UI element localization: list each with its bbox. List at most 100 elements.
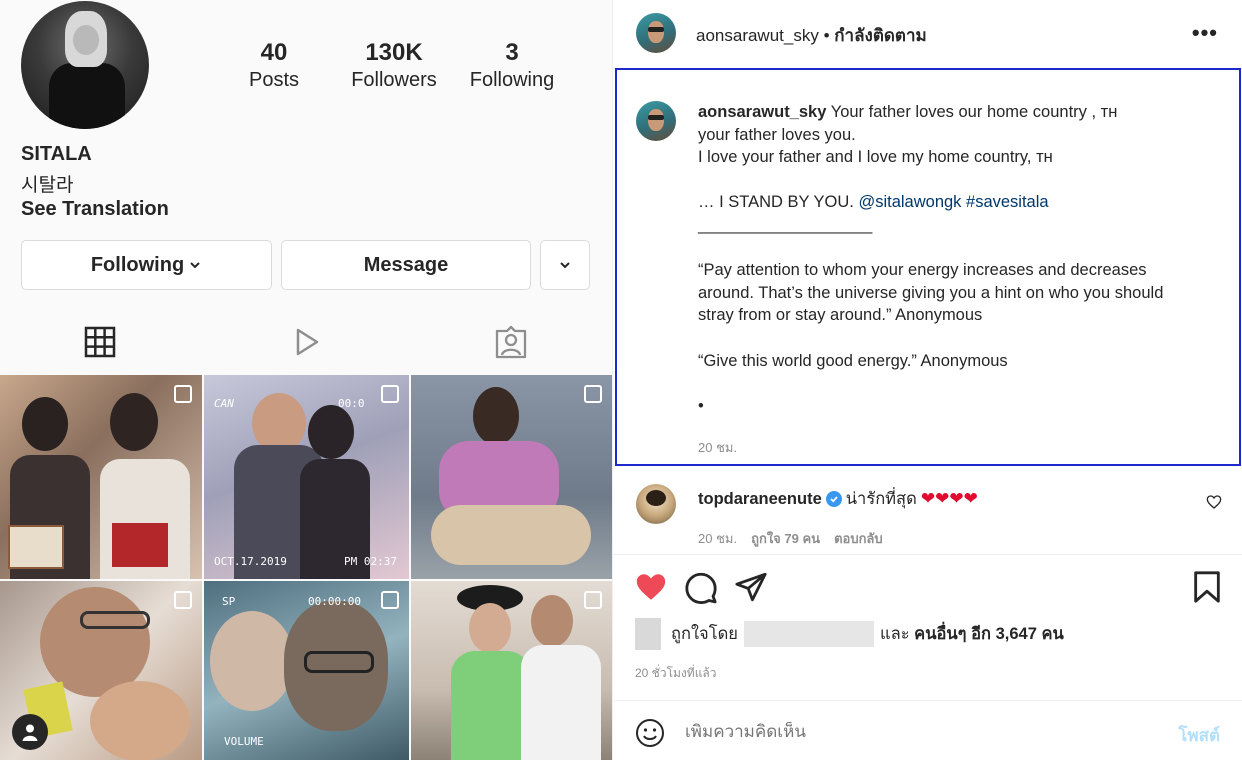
comment-icon[interactable] xyxy=(684,570,718,604)
avatar-glasses xyxy=(648,115,664,120)
grid-post-1[interactable] xyxy=(0,375,202,579)
avatar-glasses xyxy=(648,27,664,32)
stat-following-count: 3 xyxy=(505,39,519,66)
hashtag-link[interactable]: #savesitala xyxy=(966,193,1049,211)
multiple-photos-icon xyxy=(174,385,192,403)
emoji-icon[interactable] xyxy=(635,718,665,748)
profile-panel: 40 Posts 130K Followers 3 Following SITA… xyxy=(0,0,612,760)
divider xyxy=(613,700,1242,701)
photo-bag xyxy=(8,525,64,569)
photo-overlay-text: 00:00:00 xyxy=(308,595,361,608)
comment-line: topdaraneenute น่ารักที่สุด ❤❤❤❤ xyxy=(698,486,978,512)
photo-person xyxy=(110,393,158,451)
caption-line: your father loves you. xyxy=(698,125,856,144)
grid-post-6[interactable] xyxy=(411,581,612,760)
multiple-photos-icon xyxy=(584,385,602,403)
commenter-avatar[interactable] xyxy=(636,484,676,524)
photo-person xyxy=(252,393,306,453)
commenter-username[interactable]: topdaraneenute xyxy=(698,490,822,509)
caption-line: stray from or stay around.” Anonymous xyxy=(698,306,983,325)
see-translation-link[interactable]: See Translation xyxy=(21,198,169,221)
stat-following[interactable]: 3 Following xyxy=(464,40,560,94)
more-options-icon[interactable]: ••• xyxy=(1192,20,1218,46)
photo-pants xyxy=(431,505,591,565)
caption-line: • xyxy=(698,396,704,415)
multiple-photos-icon xyxy=(381,591,399,609)
photo-person xyxy=(210,611,294,711)
header-separator: • xyxy=(823,26,835,45)
mention-link[interactable]: @sitalawongk xyxy=(858,193,961,211)
photo-shirt xyxy=(521,645,601,760)
posted-time[interactable]: 20 ชั่วโมงที่แล้ว xyxy=(635,664,717,683)
comment-hearts: ❤❤❤❤ xyxy=(920,489,978,508)
divider xyxy=(613,554,1242,555)
comment-text: น่ารักที่สุด xyxy=(845,490,917,508)
tab-reels[interactable] xyxy=(286,322,326,362)
follow-status-button[interactable]: กำลังติดตาม xyxy=(834,26,926,45)
photo-bag xyxy=(112,523,168,567)
avatar-hair xyxy=(646,490,666,506)
comment-input[interactable] xyxy=(685,722,1105,742)
multiple-photos-icon xyxy=(381,385,399,403)
liker-avatar-redacted xyxy=(635,618,661,650)
grid-post-2[interactable]: CAN 00:0 OCT.17.2019 PM 02:37 xyxy=(204,375,409,579)
photo-person xyxy=(531,595,573,647)
user-icon xyxy=(22,724,38,741)
profile-avatar[interactable] xyxy=(21,1,149,129)
photo-overlay-text: VOLUME xyxy=(224,735,264,748)
caption-line: “Give this world good energy.” Anonymous xyxy=(698,351,1008,370)
account-button[interactable] xyxy=(12,714,48,750)
comment-like-icon[interactable] xyxy=(1206,494,1222,510)
grid-post-5[interactable]: SP 00:00:00 VOLUME xyxy=(204,581,409,760)
tab-tagged[interactable] xyxy=(491,322,531,362)
following-button[interactable]: Following xyxy=(21,240,272,290)
multiple-photos-icon xyxy=(584,591,602,609)
caption-line: around. That’s the universe giving you a… xyxy=(698,283,1164,302)
liker-name-redacted[interactable] xyxy=(743,621,874,647)
caption-text: … I STAND BY YOU. xyxy=(698,193,854,212)
caption-timestamp[interactable]: 20 ชม. xyxy=(698,437,737,458)
caption-username[interactable]: aonsarawut_sky xyxy=(698,103,826,121)
liked-by-and: และ xyxy=(879,625,910,643)
caption-text: Your father loves our home country , ᴛʜ xyxy=(830,103,1118,121)
suggested-dropdown-button[interactable] xyxy=(540,240,590,290)
tab-posts-grid[interactable] xyxy=(80,322,120,362)
stat-followers-count: 130K xyxy=(365,39,423,66)
photo-dress xyxy=(451,651,531,760)
stat-posts-label: Posts xyxy=(248,69,300,91)
photo-glasses xyxy=(80,611,150,629)
caption-line xyxy=(698,327,1203,350)
tagged-user-icon xyxy=(495,325,527,359)
profile-name: SITALA xyxy=(21,143,92,165)
author-avatar[interactable] xyxy=(636,13,676,53)
message-button[interactable]: Message xyxy=(281,240,531,290)
author-username[interactable]: aonsarawut_sky xyxy=(696,26,819,45)
photo-person xyxy=(308,405,354,459)
caption: aonsarawut_sky Your father loves our hom… xyxy=(698,101,1203,417)
stat-followers[interactable]: 130K Followers xyxy=(344,40,444,94)
stat-posts-count: 40 xyxy=(260,39,288,66)
play-icon xyxy=(296,328,319,356)
caption-line: … I STAND BY YOU. @sitalawongk #savesita… xyxy=(698,191,1203,214)
reply-button[interactable]: ตอบกลับ xyxy=(834,528,883,549)
caption-author-avatar[interactable] xyxy=(636,101,676,141)
photo-overlay-text: 00:0 xyxy=(338,397,365,410)
comment-time[interactable]: 20 ชม. xyxy=(698,528,737,549)
photo-overlay-date: OCT.17.2019 xyxy=(214,555,287,568)
caption-line xyxy=(698,237,1203,260)
comment-meta: 20 ชม. ถูกใจ 79 คน ตอบกลับ xyxy=(698,528,883,549)
share-icon[interactable] xyxy=(734,570,768,604)
avatar-face xyxy=(648,109,664,131)
following-button-label: Following xyxy=(90,253,185,276)
liked-by-others-link[interactable]: คนอื่นๆ อีก 3,647 คน xyxy=(914,621,1064,647)
bookmark-icon[interactable] xyxy=(1190,570,1224,604)
post-comment-button[interactable]: โพสต์ xyxy=(1178,722,1220,749)
stat-followers-label: Followers xyxy=(351,69,437,91)
post-panel: aonsarawut_sky • กำลังติดตาม ••• aonsara… xyxy=(612,0,1242,760)
comment-likes[interactable]: ถูกใจ 79 คน xyxy=(751,528,820,549)
avatar-figure-face xyxy=(73,25,99,55)
grid-post-3[interactable] xyxy=(411,375,612,579)
heart-icon[interactable] xyxy=(634,570,668,604)
photo-person xyxy=(473,387,519,445)
multiple-photos-icon xyxy=(174,591,192,609)
